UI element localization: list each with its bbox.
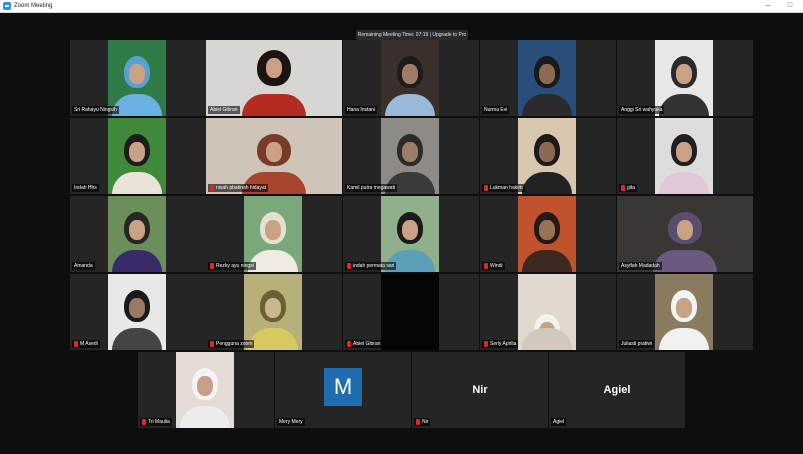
zoom-app-icon — [3, 2, 11, 10]
participant-tile[interactable]: Tri Maulia — [138, 352, 274, 428]
muted-mic-icon — [484, 341, 488, 347]
participant-tile[interactable]: gita — [617, 118, 753, 194]
muted-mic-icon — [416, 419, 420, 425]
participant-tile[interactable]: Sri Rahayu Ningsih — [70, 40, 206, 116]
muted-mic-icon — [74, 341, 78, 347]
participant-name: gita — [619, 184, 638, 192]
gallery-view: Remaining Meeting Time: 07:19 | Upgrade … — [0, 13, 803, 454]
participant-video — [518, 196, 576, 272]
participant-tile[interactable]: M Mery Mery — [275, 352, 411, 428]
participant-name: Juliasti pratiwi — [619, 340, 655, 348]
participant-tile[interactable]: Rezky ayu ningsi — [206, 196, 342, 272]
participant-name: Nir — [414, 418, 431, 426]
participant-video — [381, 196, 439, 272]
participant-tile[interactable]: Asyifah Madadah — [617, 196, 753, 272]
participant-video — [108, 40, 166, 116]
maximize-button[interactable]: □ — [780, 0, 800, 12]
muted-mic-icon — [484, 185, 488, 191]
participant-name: Amanda — [72, 262, 95, 270]
muted-mic-icon — [210, 341, 214, 347]
participant-tile[interactable]: Juliasti pratiwi — [617, 274, 753, 350]
participant-video — [655, 274, 713, 350]
participant-name: Abiel Gibran — [208, 106, 240, 114]
participant-display-name: Nir — [472, 384, 488, 396]
participant-name: Nurma Evi — [482, 106, 510, 114]
muted-mic-icon — [621, 185, 625, 191]
muted-mic-icon — [210, 185, 214, 191]
participant-tile-active-speaker[interactable]: Abiel Gibran — [206, 40, 342, 116]
participant-video — [244, 196, 302, 272]
participant-video — [655, 118, 713, 194]
participant-video — [244, 274, 302, 350]
participant-name: Rezky ayu ningsi — [208, 262, 256, 270]
participant-tile[interactable]: Abiel Gibran — [343, 274, 479, 350]
participant-video — [518, 118, 576, 194]
muted-mic-icon — [484, 263, 488, 269]
participant-video — [176, 352, 234, 428]
participant-name: Asyifah Madadah — [619, 262, 662, 270]
participant-name: Windi — [482, 262, 505, 270]
muted-mic-icon — [347, 263, 351, 269]
participant-video — [206, 118, 342, 194]
participant-tile[interactable]: indah permata sari — [343, 196, 479, 272]
participant-name: Hana Instani — [345, 106, 378, 114]
participant-video — [108, 118, 166, 194]
participant-video — [381, 118, 439, 194]
title-bar: Zoom Meeting – □ — [0, 0, 803, 13]
participant-tile[interactable]: Indah Hhs — [70, 118, 206, 194]
participant-name: indah permata sari — [345, 262, 397, 270]
participant-name: Anggi Sri wahyuka — [619, 106, 665, 114]
participant-video — [518, 274, 576, 350]
participant-name: Sri Rahayu Ningsih — [72, 106, 119, 114]
participant-tile[interactable]: Hana Instani — [343, 40, 479, 116]
participant-tile[interactable]: Windi — [480, 196, 616, 272]
participant-tile[interactable]: Kamil putra megawati — [343, 118, 479, 194]
participant-video — [206, 40, 342, 116]
participant-tile[interactable]: Nir Nir — [412, 352, 548, 428]
participant-video — [108, 274, 166, 350]
participant-name: Agiel — [551, 418, 567, 426]
muted-mic-icon — [142, 419, 146, 425]
participant-video — [381, 40, 439, 116]
participant-tile[interactable]: Agiel Agiel — [549, 352, 685, 428]
participant-name: Pengguna zoom — [208, 340, 255, 348]
participant-name: Indah Hhs — [72, 184, 99, 192]
muted-mic-icon — [210, 263, 214, 269]
participant-tile[interactable]: Nurma Evi — [480, 40, 616, 116]
participant-tile[interactable]: Amanda — [70, 196, 206, 272]
participant-tile[interactable]: Serly Aprilia — [480, 274, 616, 350]
participant-tile[interactable]: M Asedi — [70, 274, 206, 350]
participant-avatar: M — [324, 368, 362, 406]
participant-tile[interactable]: Anggi Sri wahyuka — [617, 40, 753, 116]
window-title: Zoom Meeting — [14, 3, 53, 9]
minimize-button[interactable]: – — [758, 0, 778, 12]
participant-name: Tri Maulia — [140, 418, 172, 426]
participant-video — [617, 196, 753, 272]
participant-display-name: Agiel — [603, 384, 631, 396]
participant-name: M Asedi — [72, 340, 100, 348]
participant-video — [518, 40, 576, 116]
participant-video — [108, 196, 166, 272]
participant-name: Lukman hakim — [482, 184, 525, 192]
muted-mic-icon — [347, 341, 351, 347]
participant-name: Mery Mery — [277, 418, 305, 426]
participant-tile[interactable]: nisah pbatinah hidayat — [206, 118, 342, 194]
meeting-time-banner[interactable]: Remaining Meeting Time: 07:19 | Upgrade … — [356, 30, 468, 40]
participant-name: nisah pbatinah hidayat — [208, 184, 269, 192]
participant-video — [655, 40, 713, 116]
participant-tile[interactable]: Lukman hakim — [480, 118, 616, 194]
participant-name: Abiel Gibran — [345, 340, 383, 348]
participant-name: Serly Aprilia — [482, 340, 519, 348]
participant-video — [381, 274, 439, 350]
participant-tile[interactable]: Pengguna zoom — [206, 274, 342, 350]
participant-name: Kamil putra megawati — [345, 184, 398, 192]
